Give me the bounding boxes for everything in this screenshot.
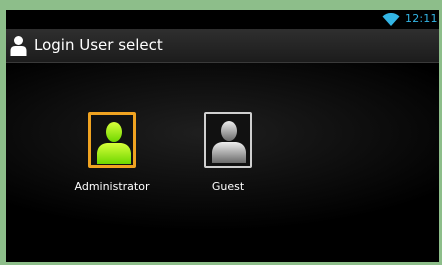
guest-tile[interactable]	[204, 112, 252, 168]
device-frame: 12:11 Login User select Administrator Gu…	[0, 0, 442, 265]
user-select-area: Administrator Guest	[6, 63, 439, 262]
user-icon	[212, 121, 246, 163]
user-option-guest[interactable]: Guest	[188, 112, 268, 193]
administrator-tile[interactable]	[88, 112, 136, 168]
action-bar: Login User select	[6, 29, 439, 63]
screen: 12:11 Login User select Administrator Gu…	[6, 10, 439, 262]
status-time: 12:11	[405, 12, 438, 25]
administrator-label: Administrator	[74, 180, 150, 193]
guest-label: Guest	[211, 180, 245, 193]
status-bar: 12:11	[6, 10, 439, 29]
user-option-administrator[interactable]: Administrator	[72, 112, 152, 193]
user-icon	[10, 36, 27, 56]
wifi-icon	[382, 13, 400, 26]
page-title: Login User select	[34, 36, 163, 54]
user-icon	[97, 122, 131, 164]
